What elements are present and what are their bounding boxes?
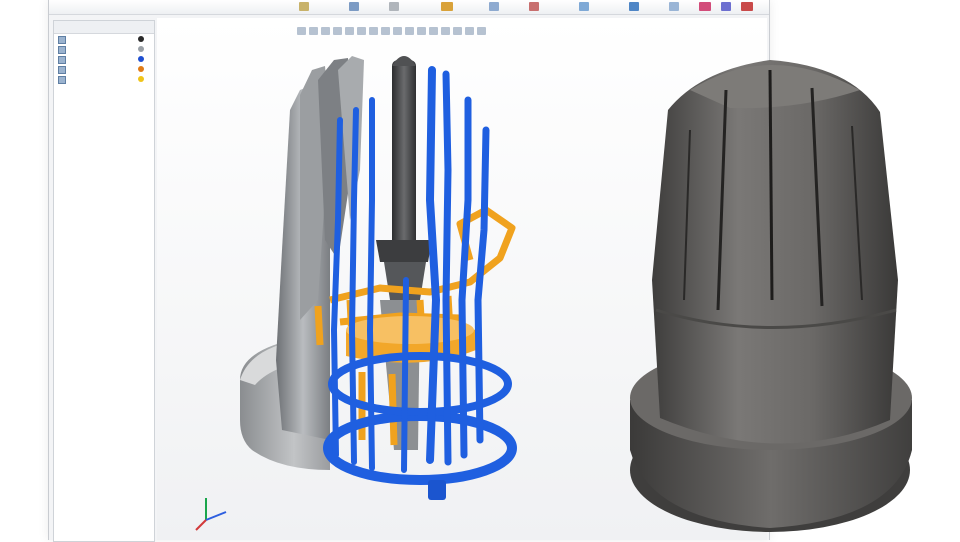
cooling-channel xyxy=(474,126,490,444)
cooling-channel xyxy=(426,66,440,464)
cooling-inlet xyxy=(428,480,446,500)
cooling-channel xyxy=(442,70,452,466)
cad-casting[interactable] xyxy=(240,56,364,470)
core-shaft xyxy=(392,60,416,260)
cooling-channel xyxy=(367,97,375,471)
core-flange xyxy=(376,240,432,262)
cooling-channel xyxy=(458,96,472,459)
cooling-channel xyxy=(349,107,359,465)
part-slot xyxy=(768,69,774,301)
scene-graphics xyxy=(195,56,912,532)
part-body xyxy=(652,60,898,444)
printed-part-photo xyxy=(630,60,912,532)
axis-triad-icon[interactable] xyxy=(195,498,227,531)
gating-ring-top xyxy=(346,316,474,344)
core-tip xyxy=(392,56,416,66)
cooling-channel xyxy=(401,277,409,473)
